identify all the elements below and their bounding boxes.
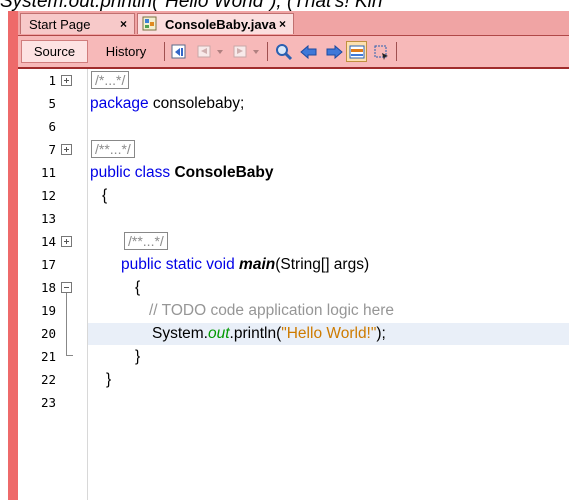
line-number: 22	[40, 372, 56, 387]
brace: {	[135, 279, 141, 296]
system-class: System.	[152, 325, 208, 342]
line-number: 19	[40, 303, 56, 318]
code-line: /**...*/	[88, 231, 569, 253]
line-number: 1	[48, 73, 56, 88]
keyword: package	[90, 95, 149, 112]
println-call: .println(	[229, 325, 282, 342]
code-line: {	[88, 185, 569, 207]
line-number: 14	[40, 234, 56, 249]
close-icon[interactable]: ×	[279, 17, 286, 31]
collapsed-javadoc[interactable]: /**...*/	[124, 232, 168, 250]
line-number: 6	[48, 119, 56, 134]
history-button[interactable]: History	[94, 40, 158, 63]
editor-tab-bar: Start Page × ConsoleBaby.java ×	[18, 11, 569, 36]
line-number: 7	[48, 142, 56, 157]
fold-collapse-icon[interactable]	[61, 282, 72, 293]
back-dropdown-chevron-down-icon[interactable]	[214, 41, 226, 62]
source-button[interactable]: Source	[21, 40, 88, 63]
java-file-icon	[142, 16, 159, 32]
fold-expand-icon[interactable]	[61, 144, 72, 155]
tab-label: ConsoleBaby.java	[165, 16, 277, 32]
back-icon[interactable]	[194, 41, 215, 62]
code-line: }	[88, 346, 569, 368]
line-number: 5	[48, 96, 56, 111]
fold-expand-icon[interactable]	[61, 75, 72, 86]
tab-start-page[interactable]: Start Page ×	[20, 13, 135, 34]
line-number: 21	[40, 349, 56, 364]
close-icon[interactable]: ×	[120, 17, 127, 31]
line-number: 13	[40, 211, 56, 226]
code-line: /**...*/	[88, 139, 569, 161]
code-line: public class ConsoleBaby	[88, 162, 569, 184]
todo-comment: // TODO code application logic here	[149, 302, 394, 319]
brace: }	[135, 348, 141, 365]
toggle-rectangular-selection-icon[interactable]	[370, 41, 391, 62]
line-number: 23	[40, 395, 56, 410]
line-number: 11	[40, 165, 56, 180]
brace: {	[102, 187, 108, 204]
line-number: 17	[40, 257, 56, 272]
editor-toolbar: Source History	[18, 36, 569, 69]
last-edit-icon[interactable]	[169, 41, 190, 62]
fold-guide-end	[66, 355, 73, 356]
keyword: public static void	[121, 256, 235, 273]
code-line: {	[88, 277, 569, 299]
statement-end: );	[376, 325, 386, 342]
code-line: package consolebaby;	[88, 93, 569, 115]
string-literal: "Hello World!"	[281, 325, 377, 342]
toggle-highlight-icon[interactable]	[346, 41, 367, 62]
line-number: 20	[40, 326, 56, 341]
find-next-icon[interactable]	[323, 41, 344, 62]
code-editor[interactable]: /*...*/ package consolebaby; /**...*/ pu…	[88, 69, 569, 500]
collapsed-javadoc[interactable]: /**...*/	[91, 140, 135, 158]
toolbar-separator	[164, 42, 165, 61]
method-name: main	[239, 256, 276, 273]
code-line: }	[88, 369, 569, 391]
method-params: (String[] args)	[275, 256, 370, 273]
code-line: // TODO code application logic here	[88, 300, 569, 322]
package-name: consolebaby;	[148, 95, 245, 112]
code-line-current: System.out.println("Hello World!");	[88, 323, 569, 345]
keyword: public class	[90, 164, 171, 181]
forward-icon[interactable]	[230, 41, 251, 62]
find-selection-icon[interactable]	[273, 41, 294, 62]
class-name: ConsoleBaby	[174, 164, 274, 181]
fold-guide-line	[66, 293, 67, 356]
line-number: 12	[40, 188, 56, 203]
line-number: 18	[40, 280, 56, 295]
code-line: /*...*/	[88, 70, 569, 92]
out-field: out	[207, 325, 230, 342]
code-line: public static void main(String[] args)	[88, 254, 569, 276]
ide-editor-window: Start Page × ConsoleBaby.java × Source H…	[8, 11, 569, 500]
tab-consolebaby-java[interactable]: ConsoleBaby.java ×	[137, 13, 294, 34]
fold-expand-icon[interactable]	[61, 236, 72, 247]
forward-dropdown-chevron-down-icon[interactable]	[250, 41, 262, 62]
toolbar-separator	[396, 42, 397, 61]
find-previous-icon[interactable]	[298, 41, 319, 62]
line-number-gutter: 1 5 6 7 11 12 13 14 17 18 19 20 21 22 23	[18, 69, 88, 500]
collapsed-comment[interactable]: /*...*/	[91, 71, 130, 89]
toolbar-separator	[267, 42, 268, 61]
tab-label: Start Page	[29, 16, 91, 32]
brace: }	[106, 371, 112, 388]
